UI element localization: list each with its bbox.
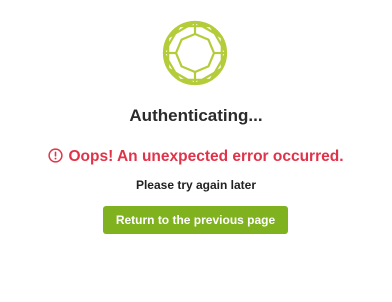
alert-circle-icon xyxy=(48,148,64,163)
return-button[interactable]: Return to the previous page xyxy=(103,206,288,234)
retry-hint: Please try again later xyxy=(135,178,257,192)
error-text: Oops! An unexpected error occurred. xyxy=(68,148,344,165)
page-title: Authenticating... xyxy=(129,106,263,125)
error-message: Oops! An unexpected error occurred. xyxy=(0,147,392,167)
logo-icon xyxy=(162,20,228,86)
